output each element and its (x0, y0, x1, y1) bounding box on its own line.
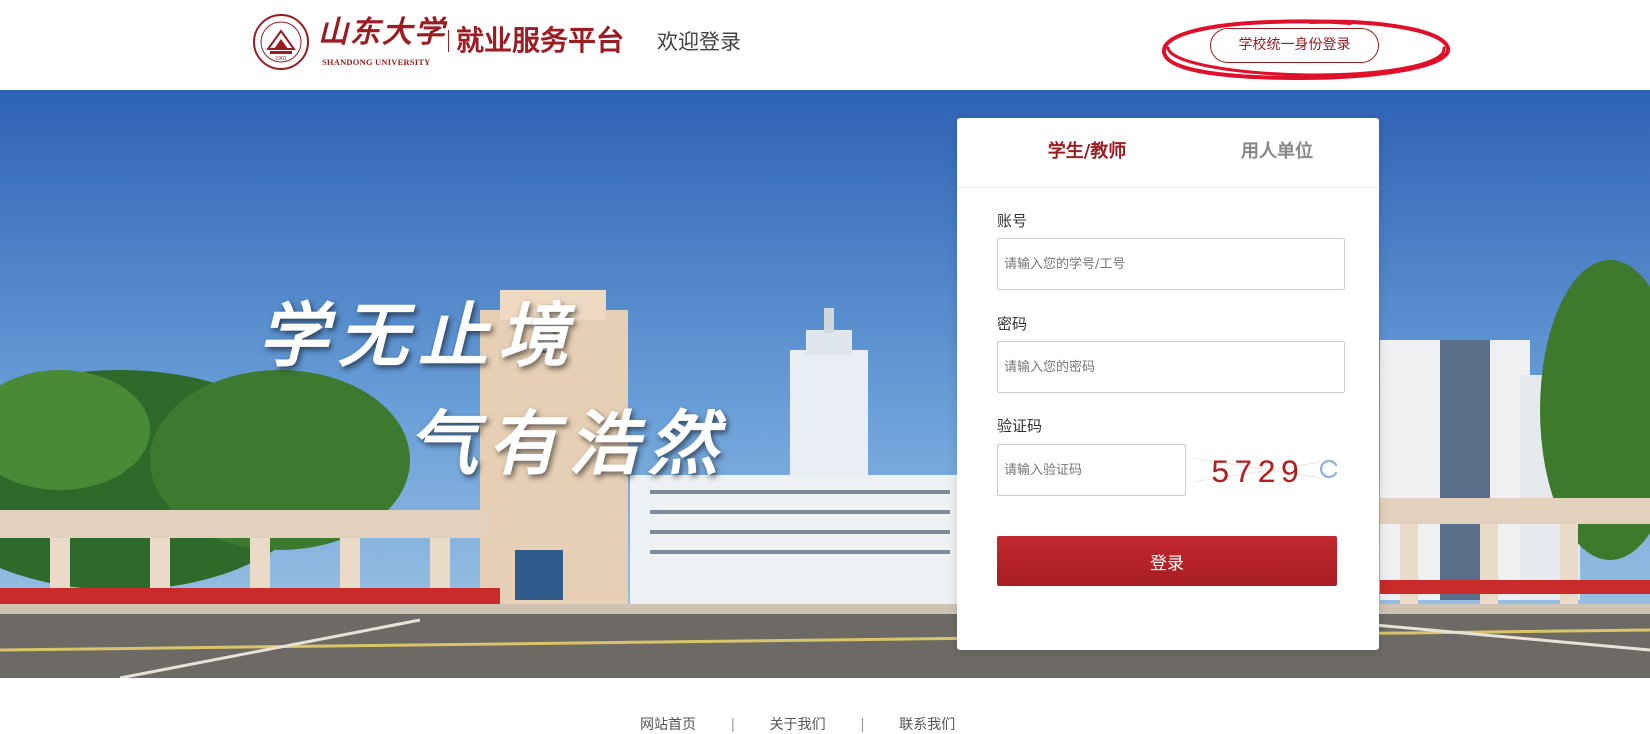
slogan-line-2: 气有浩然 (408, 402, 728, 485)
account-input[interactable] (997, 238, 1345, 290)
password-label: 密码 (997, 315, 1028, 333)
platform-title: 就业服务平台 (456, 24, 625, 57)
login-submit-button[interactable]: 登录 (997, 536, 1337, 586)
captcha-input[interactable] (997, 444, 1186, 496)
captcha-label: 验证码 (997, 417, 1043, 435)
university-name-en: SHANDONG UNIVERSITY (322, 57, 431, 67)
campus-photo-background (0, 90, 1650, 678)
university-name-cn: 山东大学 (318, 15, 446, 50)
login-tabs: 学生/教师 用人单位 (957, 118, 1379, 188)
tab-student-teacher[interactable]: 学生/教师 (987, 118, 1187, 188)
footer-link-about[interactable]: 关于我们 (770, 714, 826, 734)
logo-divider (448, 30, 449, 52)
footer-separator: | (730, 717, 736, 733)
campus-banner: 学无止境 气有浩然 (0, 90, 1650, 678)
login-card: 学生/教师 用人单位 账号 密码 验证码 5729 登录 (957, 118, 1379, 650)
svg-text:1901: 1901 (275, 56, 286, 62)
site-header: 1901 山东大学 SHANDONG UNIVERSITY 就业服务平台 欢迎登… (0, 0, 1650, 90)
welcome-text: 欢迎登录 (657, 30, 741, 54)
university-emblem-icon: 1901 (253, 14, 309, 70)
refresh-icon[interactable] (1317, 457, 1341, 481)
slogan-line-1: 学无止境 (258, 294, 578, 377)
footer-separator: | (860, 717, 865, 733)
footer-link-home[interactable]: 网站首页 (640, 714, 696, 734)
password-input[interactable] (997, 341, 1345, 393)
account-label: 账号 (997, 212, 1028, 230)
captcha-image[interactable]: 5729 (1193, 448, 1321, 492)
site-footer: 网站首页 | 关于我们 | 联系我们 (0, 678, 1650, 733)
unified-identity-login-button[interactable]: 学校统一身份登录 (1210, 28, 1379, 63)
footer-link-contact[interactable]: 联系我们 (899, 714, 955, 734)
footer-links: 网站首页 | 关于我们 | 联系我们 (640, 714, 955, 734)
tab-employer[interactable]: 用人单位 (1177, 118, 1377, 188)
captcha-text: 5729 (1211, 455, 1304, 492)
